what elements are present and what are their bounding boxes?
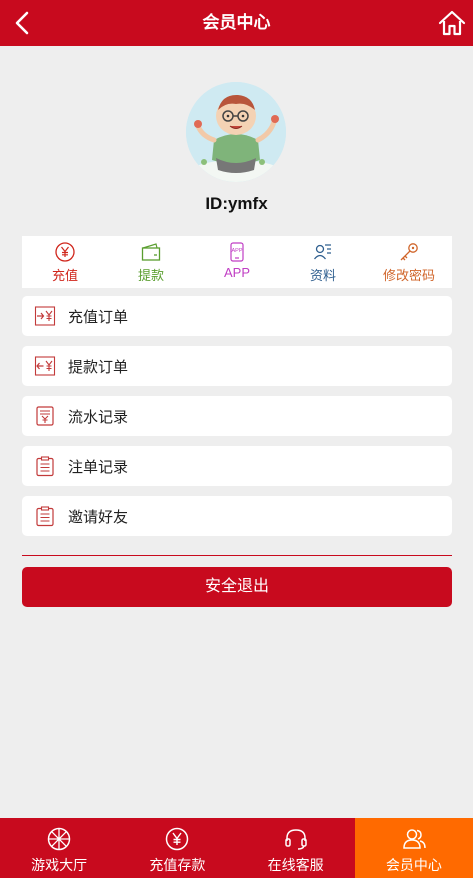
menu-item-bet-records[interactable]: 注单记录 (22, 446, 452, 486)
app-phone-icon: APP (230, 242, 244, 262)
quick-app-label: APP (223, 265, 250, 280)
tab-label: 会员中心 (385, 857, 442, 873)
menu-label: 邀请好友 (68, 508, 129, 526)
quick-actions: 充值 提款 APP APP 资料 修改密码 (22, 236, 452, 288)
logout-button[interactable]: 安全退出 (22, 567, 452, 607)
key-icon (400, 243, 418, 261)
menu-item-deposit-orders[interactable]: 充值订单 (22, 296, 452, 336)
tab-member-center[interactable]: 会员中心 (354, 818, 473, 878)
quick-recharge-label: 充值 (51, 268, 78, 283)
menu-label: 充值订单 (68, 308, 129, 326)
quick-withdraw-label: 提款 (137, 268, 164, 283)
clipboard-icon (36, 456, 54, 477)
users-icon (403, 829, 426, 849)
quick-withdraw[interactable]: 提款 (108, 236, 194, 288)
yen-circle-icon (55, 242, 75, 262)
quick-app[interactable]: APP APP (194, 236, 280, 288)
user-id: ID:ymfx (205, 194, 268, 213)
menu-item-transaction-records[interactable]: 流水记录 (22, 396, 452, 436)
quick-change-password[interactable]: 修改密码 (366, 236, 452, 288)
member-menu: 充值订单 提款订单 流水记录 注单记录 邀请好友 (22, 296, 452, 546)
tab-label: 游戏大厅 (31, 857, 88, 873)
quick-profile[interactable]: 资料 (280, 236, 366, 288)
menu-item-withdraw-orders[interactable]: 提款订单 (22, 346, 452, 386)
headset-icon (284, 829, 307, 850)
quick-change-password-label: 修改密码 (382, 268, 435, 283)
avatar-image (186, 82, 286, 182)
wheel-icon (47, 827, 71, 851)
tab-label: 在线客服 (267, 857, 324, 873)
svg-text:APP: APP (231, 248, 242, 254)
tab-game-lobby[interactable]: 游戏大厅 (0, 818, 118, 878)
yen-circle-icon (166, 827, 189, 851)
top-bar: 会员中心 (0, 0, 473, 46)
ledger-icon (36, 406, 54, 426)
tab-recharge-deposit[interactable]: 充值存款 (118, 818, 236, 878)
avatar (186, 82, 286, 182)
divider (22, 555, 452, 556)
menu-item-invite-friends[interactable]: 邀请好友 (22, 496, 452, 536)
page-title: 会员中心 (202, 13, 271, 32)
id-card-icon (313, 244, 331, 260)
bottom-tab-bar: 游戏大厅 充值存款 在线客服 会员中心 (0, 818, 473, 878)
withdraw-order-icon (34, 356, 56, 376)
deposit-order-icon (34, 306, 56, 326)
menu-label: 注单记录 (68, 458, 129, 476)
quick-recharge[interactable]: 充值 (22, 236, 108, 288)
home-icon[interactable] (437, 8, 467, 38)
clipboard-icon (36, 506, 54, 527)
wallet-icon (141, 243, 161, 261)
tab-online-support[interactable]: 在线客服 (237, 818, 355, 878)
tab-label: 充值存款 (149, 857, 206, 873)
menu-label: 流水记录 (68, 408, 129, 426)
quick-profile-label: 资料 (309, 268, 336, 283)
menu-label: 提款订单 (68, 358, 129, 376)
